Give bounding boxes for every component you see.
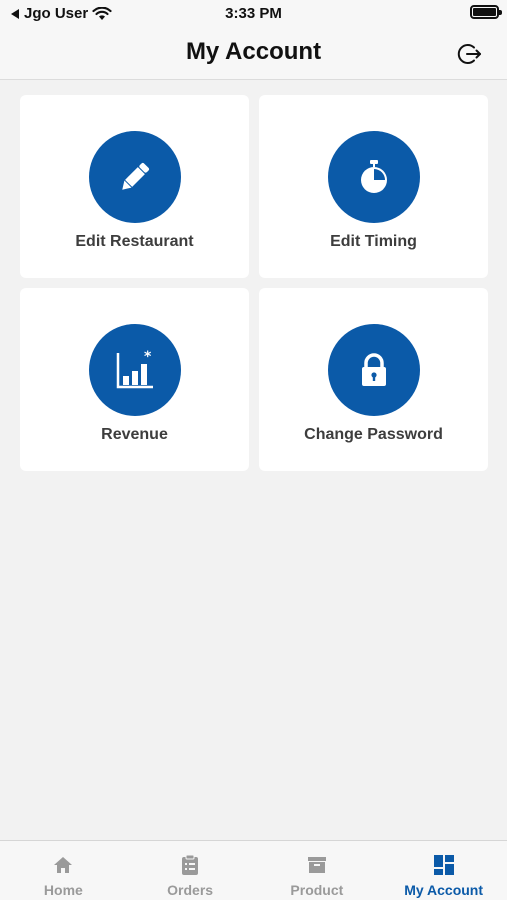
status-bar: Jgo User 3:33 PM [0,0,507,28]
clipboard-icon [178,853,202,877]
tab-home[interactable]: Home [0,841,127,900]
edit-timing-tile[interactable]: Edit Timing [259,95,488,278]
account-menu-grid: Edit Restaurant Edit Timing * Revenue Ch… [20,95,488,471]
revenue-label: Revenue [101,426,168,443]
page-title: My Account [185,38,322,65]
box-icon [305,853,329,877]
change-password-tile[interactable]: Change Password [259,288,488,471]
tab-my-account-label: My Account [404,882,484,898]
battery-icon [470,5,502,19]
edit-timing-label: Edit Timing [330,233,417,250]
tab-product-label: Product [290,882,344,898]
change-password-label: Change Password [304,426,443,443]
chart-icon: * [116,349,153,389]
change-password-icon-circle [328,324,420,416]
pencil-icon [122,162,150,190]
status-time: 3:33 PM [225,5,282,22]
nav-header: My Account [0,28,507,80]
dashboard-icon [432,853,456,877]
edit-restaurant-tile[interactable]: Edit Restaurant [20,95,249,278]
svg-text:*: * [144,349,152,365]
tab-orders[interactable]: Orders [127,841,254,900]
lock-icon [362,353,386,386]
edit-restaurant-icon-circle [89,131,181,223]
tab-my-account[interactable]: My Account [380,841,507,900]
stopwatch-icon [361,160,387,193]
edit-restaurant-label: Edit Restaurant [75,233,194,250]
logout-icon [457,44,481,64]
tab-orders-label: Orders [167,882,214,898]
logout-button[interactable] [453,38,485,70]
home-icon [51,853,75,877]
revenue-tile[interactable]: * Revenue [20,288,249,471]
tab-product[interactable]: Product [254,841,381,900]
revenue-icon-circle: * [89,324,181,416]
tab-bar: Home Orders Product My Account [0,840,507,900]
edit-timing-icon-circle [328,131,420,223]
tab-home-label: Home [43,882,83,898]
